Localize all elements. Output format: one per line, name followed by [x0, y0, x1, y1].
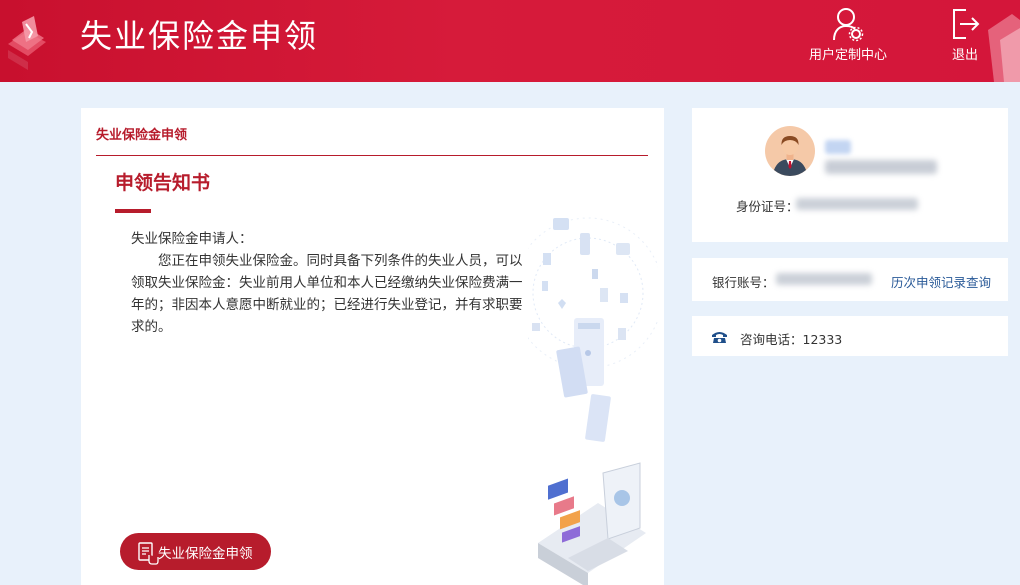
bank-account-label: 银行账号：	[712, 275, 775, 290]
tech-illustration	[528, 217, 658, 585]
hotline-text: 咨询电话：12333	[740, 332, 843, 347]
bank-account-card: 银行账号： 历次申领记录查询	[692, 258, 1008, 301]
user-custom-center-button[interactable]: 用户定制中心	[800, 6, 896, 63]
form-hand-icon	[138, 542, 159, 565]
app-title: 失业保险金申领	[80, 17, 319, 55]
breadcrumb: 失业保险金申领	[96, 128, 188, 143]
application-history-link[interactable]: 历次申领记录查询	[891, 272, 991, 291]
profile-card: 身份证号：	[692, 108, 1008, 242]
masked-phone	[825, 160, 937, 174]
notice-title-underline	[115, 209, 151, 213]
user-settings-icon	[833, 8, 864, 42]
avatar-icon	[765, 126, 815, 176]
logo-icon	[8, 16, 46, 70]
apply-button-label: 失业保险金申领	[158, 545, 253, 562]
breadcrumb-divider	[96, 155, 648, 156]
notice-salutation: 失业保险金申请人：	[131, 231, 253, 247]
header-decoration	[988, 14, 1020, 82]
notice-body: 失业保险金申请人： 您正在申领失业保险金。同时具备下列条件的失业人员，可以领取失…	[131, 228, 528, 338]
top-header: 失业保险金申领 用户定制中心 退出	[0, 0, 1020, 82]
masked-name	[825, 140, 851, 154]
custom-center-label: 用户定制中心	[808, 48, 887, 63]
notice-title: 申领告知书	[115, 172, 211, 194]
masked-id-number	[796, 198, 918, 210]
id-number-label: 身份证号：	[736, 199, 799, 214]
hotline-card: 咨询电话：12333	[692, 316, 1008, 356]
telephone-icon	[712, 332, 727, 343]
notice-paragraph: 您正在申领失业保险金。同时具备下列条件的失业人员，可以领取失业保险金：失业前用人…	[131, 253, 523, 335]
masked-bank-account	[776, 273, 872, 285]
apply-unemployment-benefit-button[interactable]: 失业保险金申领	[120, 533, 271, 570]
application-notice-card: 失业保险金申领 申领告知书 失业保险金申请人： 您正在申领失业保险金。同时具备下…	[81, 108, 664, 585]
